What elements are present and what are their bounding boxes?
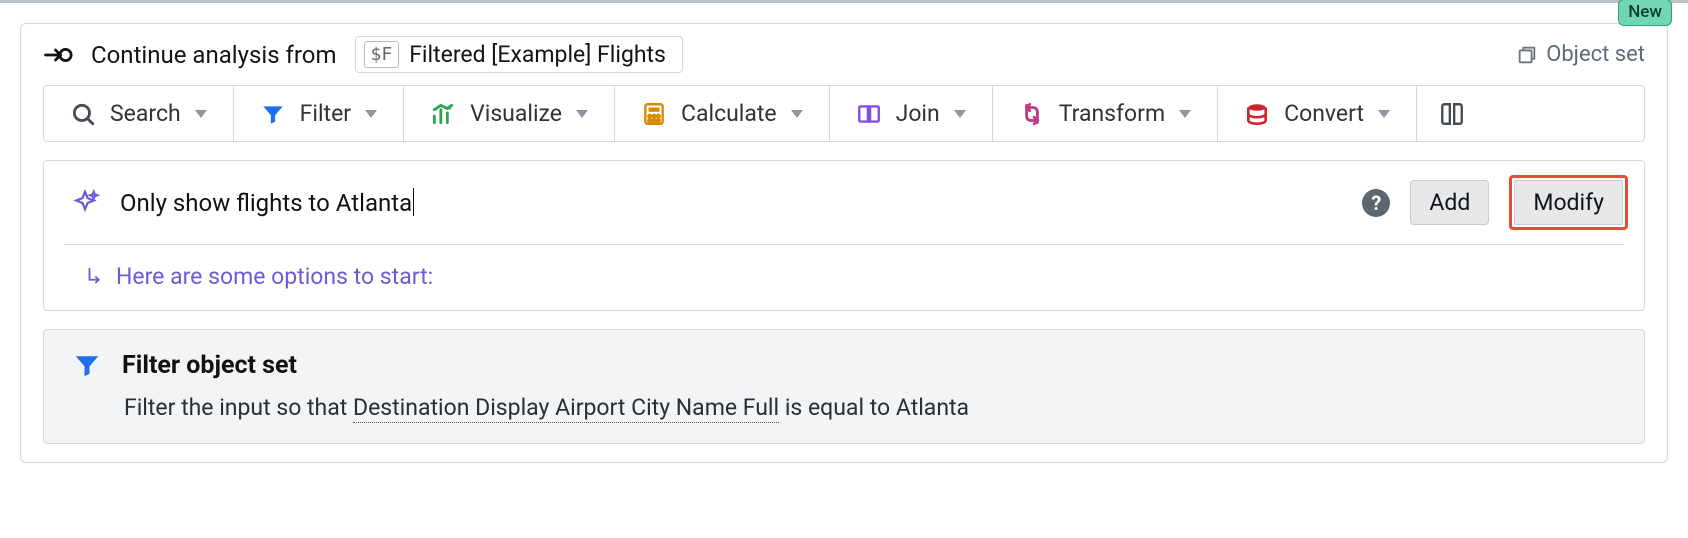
ai-sparkle-icon (70, 188, 100, 218)
convert-label: Convert (1284, 100, 1364, 127)
toolbar: Search Filter Visualize Calculate (43, 85, 1645, 142)
object-set-text: Object set (1546, 42, 1645, 67)
filter-label: Filter (300, 100, 351, 127)
search-button[interactable]: Search (44, 86, 234, 141)
suggestion-card[interactable]: Filter object set Filter the input so th… (43, 329, 1645, 444)
options-hint-text: Here are some options to start: (116, 263, 433, 290)
suggestion-title: Filter object set (122, 351, 297, 380)
calculate-icon (641, 101, 667, 127)
convert-icon (1244, 101, 1270, 127)
transform-button[interactable]: Transform (993, 86, 1218, 141)
modify-highlight: Modify (1509, 175, 1628, 230)
prompt-input[interactable]: Only show flights to Atlanta (120, 188, 1342, 217)
search-label: Search (110, 100, 181, 127)
continue-label: Continue analysis from (91, 41, 337, 69)
transform-label: Transform (1059, 100, 1165, 127)
chevron-down-icon (195, 110, 207, 118)
chevron-down-icon (791, 110, 803, 118)
chevron-down-icon (954, 110, 966, 118)
chevron-down-icon (365, 110, 377, 118)
suggestion-desc-prefix: Filter the input so that (124, 394, 353, 421)
add-button[interactable]: Add (1410, 180, 1489, 225)
modify-button[interactable]: Modify (1514, 180, 1623, 225)
join-icon (856, 101, 882, 127)
convert-button[interactable]: Convert (1218, 86, 1417, 141)
chevron-down-icon (1378, 110, 1390, 118)
filter-button[interactable]: Filter (234, 86, 404, 141)
filter-icon (260, 101, 286, 127)
top-divider: New (0, 0, 1688, 3)
visualize-label: Visualize (470, 100, 562, 127)
chevron-down-icon (576, 110, 588, 118)
docs-button[interactable] (1417, 86, 1487, 141)
visualize-button[interactable]: Visualize (404, 86, 615, 141)
search-icon (70, 101, 96, 127)
object-set-icon (1516, 44, 1538, 66)
visualize-icon (430, 101, 456, 127)
calculate-label: Calculate (681, 100, 777, 127)
analysis-card: Continue analysis from $F Filtered [Exam… (20, 23, 1668, 463)
continue-arrow-icon (43, 40, 73, 70)
join-label: Join (896, 100, 940, 127)
prompt-text: Only show flights to Atlanta (120, 189, 412, 217)
help-icon[interactable]: ? (1362, 189, 1390, 217)
new-badge: New (1618, 0, 1672, 26)
suggestion-header: Filter object set (72, 350, 1618, 380)
calculate-button[interactable]: Calculate (615, 86, 830, 141)
chip-label: Filtered [Example] Flights (409, 41, 666, 68)
suggestion-field[interactable]: Destination Display Airport City Name Fu… (353, 394, 779, 423)
object-set-link[interactable]: Object set (1516, 42, 1645, 67)
book-icon (1439, 101, 1465, 127)
chevron-down-icon (1179, 110, 1191, 118)
transform-icon (1019, 101, 1045, 127)
prompt-block: Only show flights to Atlanta ? Add Modif… (43, 160, 1645, 311)
suggestion-desc-op: is equal to (779, 394, 896, 421)
card-header: Continue analysis from $F Filtered [Exam… (21, 24, 1667, 85)
filter-icon (72, 350, 102, 380)
chip-prefix-icon: $F (364, 41, 400, 68)
source-chip[interactable]: $F Filtered [Example] Flights (355, 36, 683, 73)
suggestion-description: Filter the input so that Destination Dis… (124, 394, 1618, 421)
join-button[interactable]: Join (830, 86, 993, 141)
reply-arrow-icon (84, 264, 106, 290)
text-cursor (413, 188, 414, 216)
options-hint-row: Here are some options to start: (44, 245, 1644, 310)
suggestion-value: Atlanta (896, 394, 969, 421)
prompt-row: Only show flights to Atlanta ? Add Modif… (44, 161, 1644, 244)
